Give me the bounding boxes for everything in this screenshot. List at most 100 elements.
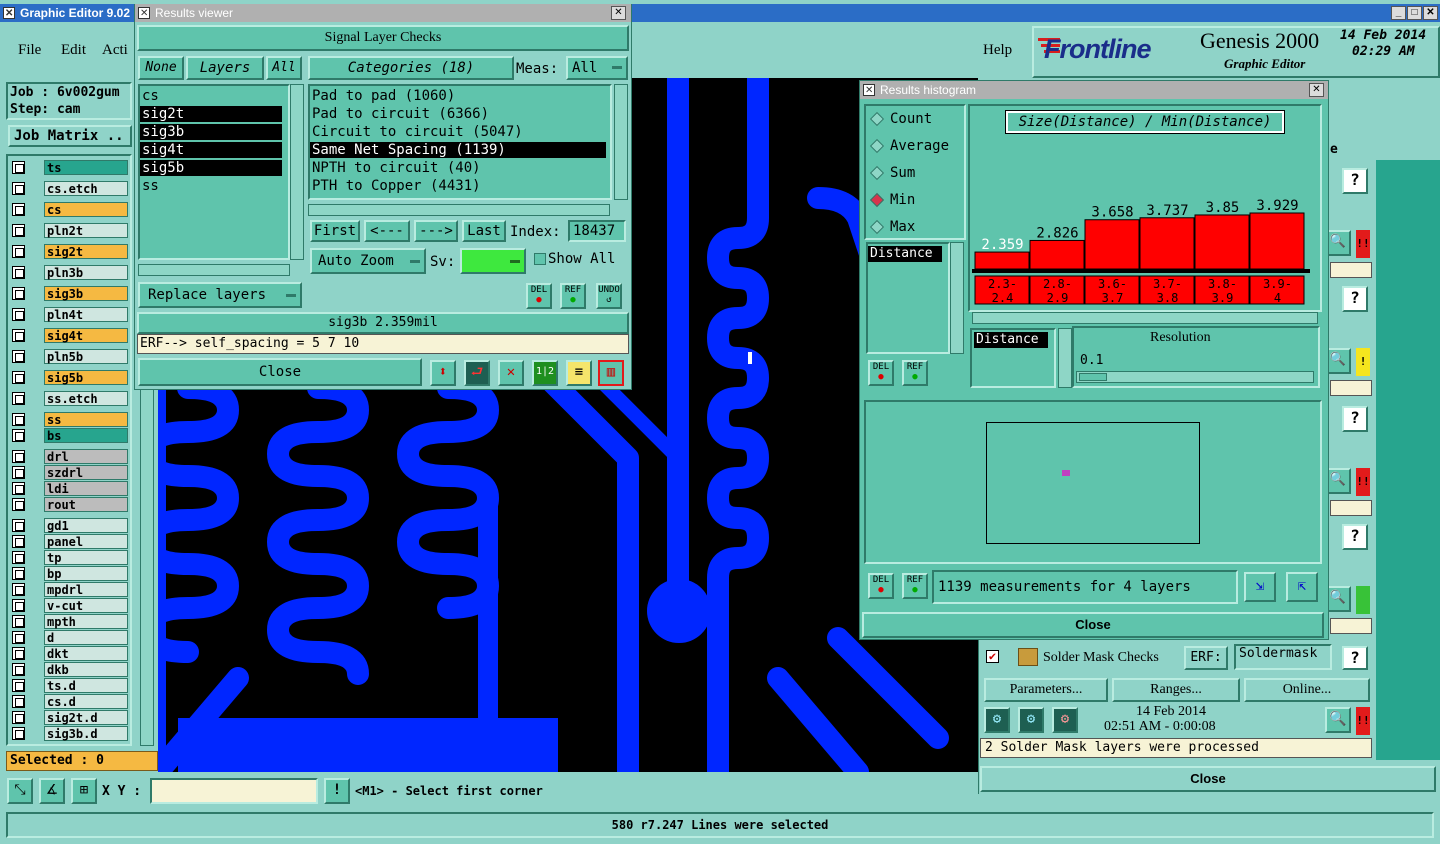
summary-del-button[interactable]: DEL ● — [868, 573, 894, 599]
first-button[interactable]: First — [310, 220, 360, 242]
minimize-button[interactable]: _ — [1391, 6, 1406, 20]
layer-row-sig4t[interactable]: sig4t — [10, 328, 128, 343]
layer-row-rout[interactable]: rout — [10, 497, 128, 512]
layer-checkbox[interactable] — [12, 224, 25, 237]
viewer-category-item[interactable]: PTH to Copper (4431) — [310, 178, 606, 194]
layer-row-szdrl[interactable]: szdrl — [10, 465, 128, 480]
notes-icon[interactable]: ≡ — [566, 360, 592, 386]
next-button[interactable]: ---> — [414, 220, 458, 242]
viewer-layer-item[interactable]: sig5b — [140, 160, 282, 176]
layers-all-button[interactable]: All — [266, 56, 302, 80]
viewer-layer-item[interactable]: cs — [140, 88, 282, 104]
viewer-category-item[interactable]: Pad to pad (1060) — [310, 88, 606, 104]
layer-checkbox[interactable] — [12, 392, 25, 405]
check-help-button[interactable]: ? — [1342, 286, 1368, 312]
layer-row-ss[interactable]: ss — [10, 412, 128, 427]
job-matrix-button[interactable]: Job Matrix .. — [8, 125, 132, 147]
layers-header-button[interactable]: Layers — [186, 56, 264, 80]
layer-row-mpth[interactable]: mpth — [10, 614, 128, 629]
histogram-icon[interactable]: ▥ — [598, 360, 624, 386]
layer-row-cs.etch[interactable]: cs.etch — [10, 181, 128, 196]
layer-row-sig5b[interactable]: sig5b — [10, 370, 128, 385]
layer-checkbox[interactable] — [12, 329, 25, 342]
export-icon[interactable]: ⇲ — [1244, 572, 1276, 602]
last-button[interactable]: Last — [462, 220, 506, 242]
layer-row-cs.d[interactable]: cs.d — [10, 694, 128, 709]
histogram-distance-box-scroll[interactable] — [1058, 328, 1072, 388]
checks-close-button[interactable]: Close — [980, 766, 1436, 792]
viewer-layer-item[interactable]: sig3b — [140, 124, 282, 140]
viewer-category-item[interactable]: Circuit to circuit (5047) — [310, 124, 606, 140]
layer-row-d[interactable]: d — [10, 630, 128, 645]
auto-zoom-dropdown[interactable]: Auto Zoom — [310, 248, 426, 274]
histogram-distance-scroll[interactable] — [950, 242, 964, 354]
viewer-layer-item[interactable]: sig4t — [140, 142, 282, 158]
layers-none-button[interactable]: None — [138, 56, 184, 80]
viewer-category-item[interactable]: NPTH to circuit (40) — [310, 160, 606, 176]
check-help-button[interactable]: ? — [1342, 168, 1368, 194]
soldermask-help-button[interactable]: ? — [1342, 646, 1368, 670]
ref-cross-icon[interactable]: ✕ — [498, 360, 524, 386]
histogram-bar[interactable] — [1029, 239, 1085, 270]
layer-row-dkt[interactable]: dkt — [10, 646, 128, 661]
histogram-distance-item[interactable]: Distance — [868, 246, 942, 262]
run-icon[interactable]: ⚙ — [984, 707, 1010, 733]
layer-checkbox[interactable] — [12, 466, 25, 479]
viewer-category-vscroll[interactable] — [614, 84, 628, 200]
run-all-icon[interactable]: ⚙ — [1018, 707, 1044, 733]
layer-checkbox[interactable] — [12, 266, 25, 279]
layer-row-pln4t[interactable]: pln4t — [10, 307, 128, 322]
viewer-category-hscroll[interactable] — [308, 204, 610, 216]
layer-row-dkb[interactable]: dkb — [10, 662, 128, 677]
viewer-close-x[interactable]: ✕ — [611, 6, 626, 20]
layer-checkbox[interactable] — [12, 482, 25, 495]
menu-file[interactable]: File — [18, 42, 41, 59]
histogram-close-button[interactable]: Close — [862, 612, 1324, 638]
online-button[interactable]: Online... — [1244, 678, 1370, 702]
viewer-layer-hscroll[interactable] — [138, 264, 290, 276]
layer-row-pln5b[interactable]: pln5b — [10, 349, 128, 364]
layer-checkbox[interactable] — [12, 413, 25, 426]
layer-checkbox[interactable] — [12, 583, 25, 596]
layer-row-sig2t[interactable]: sig2t — [10, 244, 128, 259]
histogram-bar[interactable] — [1139, 217, 1195, 270]
menu-help[interactable]: Help — [983, 42, 1012, 59]
resolution-slider-thumb[interactable] — [1079, 373, 1107, 381]
layer-row-pln3b[interactable]: pln3b — [10, 265, 128, 280]
layer-checkbox[interactable] — [12, 350, 25, 363]
histogram-del-button[interactable]: DEL ● — [868, 360, 894, 386]
mode-radio-average[interactable]: Average — [869, 138, 964, 156]
check-help-button[interactable]: ? — [1342, 524, 1368, 550]
viewer-close-button[interactable]: Close — [138, 358, 422, 386]
alert-icon[interactable]: ! — [324, 778, 350, 804]
maximize-button[interactable]: □ — [1407, 6, 1422, 20]
layer-checkbox[interactable] — [12, 599, 25, 612]
viewer-undo-button[interactable]: UNDO ↺ — [596, 283, 622, 309]
layer-checkbox[interactable] — [12, 663, 25, 676]
layer-row-pln2t[interactable]: pln2t — [10, 223, 128, 238]
layer-checkbox[interactable] — [12, 615, 25, 628]
erf-button[interactable]: ERF: — [1184, 646, 1228, 670]
mode-radio-max[interactable]: Max — [869, 219, 964, 237]
histogram-bar[interactable] — [1249, 212, 1305, 270]
index-input[interactable]: 18437 — [568, 220, 626, 242]
layer-checkbox[interactable] — [12, 161, 25, 174]
soldermask-zoom-icon[interactable]: 🔍 — [1325, 707, 1351, 733]
histogram-bar[interactable] — [974, 251, 1030, 270]
meas-dropdown[interactable]: All — [566, 56, 628, 80]
import-icon[interactable]: ⇱ — [1286, 572, 1318, 602]
layer-row-sig3b.d[interactable]: sig3b.d — [10, 726, 128, 741]
check-help-button[interactable]: ? — [1342, 406, 1368, 432]
resolution-slider[interactable] — [1076, 371, 1314, 383]
menu-actions[interactable]: Acti — [102, 42, 128, 59]
grid-icon[interactable]: ⊞ — [71, 778, 97, 804]
viewer-del-button[interactable]: DEL ● — [526, 283, 552, 309]
layer-checkbox[interactable] — [12, 551, 25, 564]
erf-value[interactable]: Soldermask — [1234, 644, 1332, 670]
histogram-chart-hscroll[interactable] — [972, 312, 1318, 324]
viewer-ref-button[interactable]: REF ● — [560, 283, 586, 309]
layer-checkbox[interactable] — [12, 287, 25, 300]
layer-row-ts.d[interactable]: ts.d — [10, 678, 128, 693]
report-icon[interactable]: ⮐ — [464, 360, 490, 386]
layer-row-sig3b[interactable]: sig3b — [10, 286, 128, 301]
